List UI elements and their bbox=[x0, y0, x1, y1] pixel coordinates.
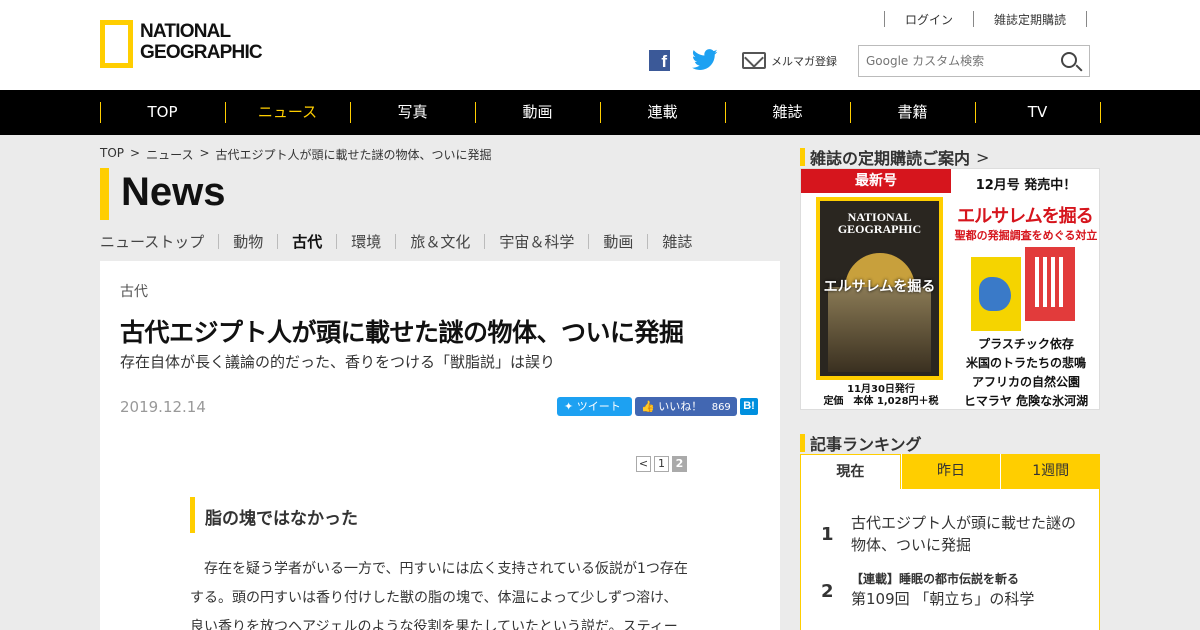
article-category[interactable]: 古代 bbox=[120, 281, 148, 301]
search-icon[interactable] bbox=[1061, 52, 1077, 68]
rank-number: 2 bbox=[821, 581, 834, 602]
tweet-button[interactable]: ✦ ツイート bbox=[557, 397, 632, 416]
natgeo-logo[interactable]: NATIONAL GEOGRAPHIC bbox=[100, 20, 265, 72]
logo-text-2: GEOGRAPHIC bbox=[140, 42, 263, 63]
heading-accent-bar bbox=[800, 148, 805, 166]
subnav-animals[interactable]: 動物 bbox=[219, 231, 277, 252]
twitter-bird-icon: ✦ bbox=[564, 400, 574, 413]
mail-icon[interactable] bbox=[742, 52, 766, 69]
nav-top[interactable]: TOP bbox=[100, 90, 225, 135]
logo-text-1: NATIONAL bbox=[140, 21, 231, 42]
article-date: 2019.12.14 bbox=[120, 398, 206, 416]
nav-series[interactable]: 連載 bbox=[600, 90, 725, 135]
issue-label: 12月号 発売中！ bbox=[975, 178, 1077, 193]
logo-frame-icon bbox=[100, 20, 133, 68]
rank-number: 1 bbox=[821, 524, 834, 545]
tab-yesterday[interactable]: 昨日 bbox=[900, 454, 1001, 489]
pager-page-2: 2 bbox=[672, 456, 687, 472]
article-card: 古代 古代エジプト人が頭に載せた謎の物体、ついに発掘 存在自体が長く議論の的だっ… bbox=[100, 261, 780, 630]
body-line: 存在を疑う学者がいる一方で、円すいには広く支持されている仮説が1つ存在 bbox=[190, 561, 688, 577]
chevron-right-icon: > bbox=[976, 147, 990, 167]
nav-news[interactable]: ニュース bbox=[225, 90, 350, 135]
chevron-right-icon: > bbox=[199, 146, 210, 160]
subnav-news-top[interactable]: ニューストップ bbox=[100, 231, 218, 252]
like-label: いいね！ bbox=[658, 400, 703, 413]
facebook-icon[interactable]: f bbox=[649, 50, 670, 71]
search-box bbox=[858, 45, 1090, 77]
cover-city-shape bbox=[828, 287, 931, 372]
pager-prev[interactable]: < bbox=[636, 456, 651, 472]
magazine-pub-info: 11月30日発行 定価 本体 1,028円＋税 bbox=[823, 384, 939, 407]
feature-image-tigers bbox=[1025, 247, 1075, 321]
subnav-magazine[interactable]: 雑誌 bbox=[648, 231, 706, 252]
ranking-list: 1 古代エジプト人が頭に載せた謎の物体、ついに発掘 2 【連載】睡眠の都市伝説を… bbox=[800, 489, 1100, 630]
like-count: 869 bbox=[711, 402, 731, 413]
hatena-bookmark-button[interactable]: B! bbox=[740, 398, 758, 415]
subnav-video[interactable]: 動画 bbox=[589, 231, 647, 252]
breadcrumb-news[interactable]: ニュース bbox=[146, 146, 193, 163]
ranking-title: 第109回 「朝立ち」の科学 bbox=[851, 590, 1035, 608]
heading-accent-bar bbox=[800, 434, 805, 452]
subnav-ancient[interactable]: 古代 bbox=[278, 231, 336, 252]
subnav-environment[interactable]: 環境 bbox=[337, 231, 395, 252]
search-input[interactable] bbox=[859, 46, 1055, 76]
breadcrumb-current: 古代エジプト人が頭に載せた謎の物体、ついに発掘 bbox=[215, 148, 492, 162]
ranking-item-2[interactable]: 【連載】睡眠の都市伝説を斬る 第109回 「朝立ち」の科学 bbox=[851, 570, 1086, 610]
body-line: する。頭の円すいは香り付けした獣の脂の塊で、体温によって少しずつ溶け、 bbox=[190, 590, 678, 606]
feature-title: エルサレムを掘る bbox=[957, 206, 1094, 227]
topic-line: プラスチック依存 bbox=[978, 337, 1074, 351]
pager-page-1[interactable]: 1 bbox=[654, 456, 669, 472]
login-link[interactable]: ログイン bbox=[885, 11, 973, 28]
body-line: 良い香りを放つヘアジェルのような役割を果たしていたという説だ。スティー bbox=[190, 619, 678, 630]
topic-line: アフリカの自然公園 bbox=[971, 375, 1080, 389]
feature-image-plastic bbox=[971, 257, 1021, 331]
magazine-promo[interactable]: 最新号 NATIONAL GEOGRAPHIC エルサレムを掘る 11月30日発行… bbox=[800, 168, 1100, 410]
cover-title: エルサレムを掘る bbox=[823, 279, 936, 295]
magazine-topics: プラスチック依存 米国のトラたちの悲鳴 アフリカの自然公園 ヒマラヤ 危険な氷河… bbox=[951, 335, 1099, 409]
cover-logo: NATIONAL GEOGRAPHIC bbox=[837, 210, 922, 236]
section-accent-bar bbox=[100, 168, 109, 220]
feature-subtitle: 聖都の発掘調査をめぐる対立 bbox=[954, 229, 1098, 242]
ranking-heading-text: 記事ランキング bbox=[810, 435, 922, 454]
twitter-icon[interactable] bbox=[692, 49, 718, 71]
topic-line: 米国のトラたちの悲鳴 bbox=[965, 356, 1086, 370]
nav-magazine[interactable]: 雑誌 bbox=[725, 90, 850, 135]
nav-books[interactable]: 書籍 bbox=[850, 90, 975, 135]
latest-issue-badge: 最新号 bbox=[801, 169, 951, 193]
section-title: News bbox=[121, 170, 226, 214]
top-links: ログイン 雑誌定期購読 bbox=[884, 10, 1088, 28]
subscribe-link[interactable]: 雑誌定期購読 bbox=[974, 11, 1086, 28]
ranking-series: 【連載】睡眠の都市伝説を斬る bbox=[851, 572, 1020, 586]
subnav-space-science[interactable]: 宇宙＆科学 bbox=[485, 231, 588, 252]
nav-tv[interactable]: TV bbox=[975, 90, 1100, 135]
main-nav: TOP ニュース 写真 動画 連載 雑誌 書籍 TV bbox=[0, 90, 1200, 135]
ranking-tabs: 現在 昨日 1週間 bbox=[800, 454, 1101, 489]
heading-accent-bar bbox=[190, 497, 195, 533]
breadcrumb-top[interactable]: TOP bbox=[100, 146, 124, 163]
magazine-heading-text: 雑誌の定期購読ご案内 bbox=[810, 149, 971, 168]
magazine-heading[interactable]: 雑誌の定期購読ご案内 > bbox=[800, 145, 989, 169]
subnav-travel-culture[interactable]: 旅＆文化 bbox=[396, 231, 484, 252]
article-title: 古代エジプト人が頭に載せた謎の物体、ついに発掘 bbox=[120, 318, 684, 347]
ranking-item-1[interactable]: 古代エジプト人が頭に載せた謎の物体、ついに発掘 bbox=[851, 512, 1086, 556]
tab-week[interactable]: 1週間 bbox=[1000, 454, 1101, 489]
section-heading-text: 脂の塊ではなかった bbox=[205, 509, 358, 529]
breadcrumb: TOP > ニュース > 古代エジプト人が頭に載せた謎の物体、ついに発掘 bbox=[100, 146, 492, 163]
newsletter-link[interactable]: メルマガ登録 bbox=[771, 53, 837, 69]
nav-video[interactable]: 動画 bbox=[475, 90, 600, 135]
news-subnav: ニューストップ 動物 古代 環境 旅＆文化 宇宙＆科学 動画 雑誌 bbox=[100, 231, 706, 252]
pagination: < 1 2 bbox=[636, 456, 687, 472]
site-header: NATIONAL GEOGRAPHIC ログイン 雑誌定期購読 f メルマガ登録 bbox=[0, 0, 1200, 90]
article-body: 存在を疑う学者がいる一方で、円すいには広く支持されている仮説が1つ存在 する。頭… bbox=[190, 555, 700, 630]
article-subtitle: 存在自体が長く議論の的だった、香りをつける「獣脂説」は誤り bbox=[120, 353, 556, 371]
like-button[interactable]: 👍 いいね！ 869 bbox=[635, 397, 737, 416]
chevron-right-icon: > bbox=[130, 146, 141, 160]
nav-photo[interactable]: 写真 bbox=[350, 90, 475, 135]
ranking-heading: 記事ランキング bbox=[800, 431, 922, 455]
tab-now[interactable]: 現在 bbox=[800, 454, 901, 489]
topic-line: ヒマラヤ 危険な氷河湖 bbox=[963, 394, 1089, 408]
thumbs-up-icon: 👍 bbox=[641, 400, 655, 413]
magazine-cover-image[interactable]: NATIONAL GEOGRAPHIC エルサレムを掘る bbox=[816, 197, 943, 380]
tweet-label: ツイート bbox=[576, 400, 621, 413]
